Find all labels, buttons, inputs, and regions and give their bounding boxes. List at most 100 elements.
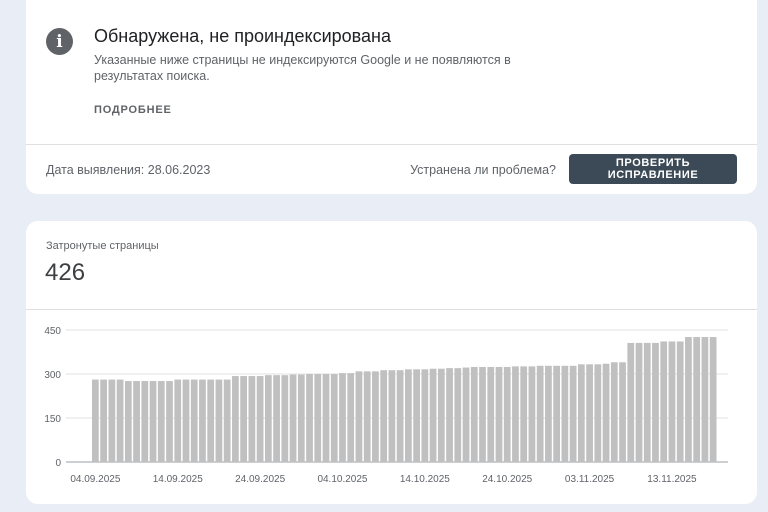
bar[interactable] — [709, 337, 717, 462]
bar[interactable] — [396, 370, 404, 462]
affected-pages-count: 426 — [45, 259, 86, 286]
bar[interactable] — [660, 341, 668, 462]
bar[interactable] — [281, 375, 289, 462]
y-tick-label: 300 — [44, 370, 61, 381]
bar[interactable] — [289, 374, 297, 462]
bar[interactable] — [586, 364, 593, 462]
bar[interactable] — [314, 374, 322, 462]
bar[interactable] — [437, 368, 445, 462]
bar[interactable] — [363, 371, 371, 462]
bar[interactable] — [116, 379, 124, 462]
bar[interactable] — [166, 381, 173, 462]
bar[interactable] — [503, 366, 511, 462]
bar[interactable] — [248, 376, 256, 462]
bar[interactable] — [157, 381, 165, 462]
bar[interactable] — [330, 374, 338, 462]
bar[interactable] — [380, 370, 388, 462]
bar[interactable] — [174, 379, 182, 462]
bar[interactable] — [619, 362, 626, 462]
learn-more-link[interactable]: ПОДРОБНЕЕ — [94, 104, 172, 116]
bar[interactable] — [141, 381, 149, 462]
bar[interactable] — [199, 379, 206, 462]
y-tick-label: 0 — [55, 458, 61, 469]
bar[interactable] — [553, 365, 561, 462]
bar[interactable] — [347, 373, 355, 462]
bar[interactable] — [685, 337, 692, 462]
y-tick-label: 450 — [44, 326, 61, 337]
x-tick-label: 04.09.2025 — [70, 474, 120, 485]
bar[interactable] — [602, 363, 610, 462]
chart-divider — [26, 309, 757, 310]
bar[interactable] — [668, 341, 676, 462]
bar[interactable] — [429, 368, 437, 462]
bar[interactable] — [561, 365, 569, 462]
bar[interactable] — [479, 366, 486, 462]
bar[interactable] — [701, 337, 709, 462]
bar[interactable] — [322, 374, 330, 462]
bar[interactable] — [388, 370, 396, 462]
validate-fix-button[interactable]: ПРОВЕРИТЬ ИСПРАВЛЕНИЕ — [569, 154, 737, 184]
affected-pages-chart: 450 300 150 0 04.09.2025 14.09.2025 24.09.2025… — [44, 326, 728, 485]
bar[interactable] — [223, 379, 231, 462]
x-tick-label: 03.11.2025 — [565, 474, 615, 485]
x-tick-label: 24.10.2025 — [482, 474, 532, 485]
bar[interactable] — [512, 366, 519, 462]
bar[interactable] — [149, 381, 157, 462]
bar[interactable] — [256, 376, 264, 462]
bar[interactable] — [569, 365, 577, 462]
bar[interactable] — [100, 379, 107, 462]
bar[interactable] — [487, 366, 495, 462]
fixed-question-label: Устранена ли проблема? — [410, 163, 556, 177]
issue-card: i Обнаружена, не проиндексирована Указан… — [26, 0, 757, 194]
bar[interactable] — [273, 375, 280, 462]
bar[interactable] — [372, 371, 379, 462]
info-icon: i — [46, 28, 73, 55]
y-tick-label: 150 — [44, 414, 61, 425]
issue-description: Указанные ниже страницы не индексируются… — [94, 53, 511, 83]
bar[interactable] — [413, 369, 420, 462]
x-tick-label: 13.11.2025 — [647, 474, 697, 485]
bar[interactable] — [652, 342, 659, 462]
bar[interactable] — [693, 337, 701, 462]
bar[interactable] — [627, 342, 635, 462]
bar[interactable] — [594, 364, 602, 462]
card-divider — [26, 144, 757, 145]
bar[interactable] — [339, 373, 346, 462]
bar[interactable] — [462, 367, 470, 462]
bar[interactable] — [405, 369, 412, 462]
bar[interactable] — [676, 341, 684, 462]
x-tick-label: 14.10.2025 — [400, 474, 450, 485]
bar[interactable] — [92, 379, 99, 462]
bar[interactable] — [643, 342, 651, 462]
bar[interactable] — [297, 374, 305, 462]
bar[interactable] — [421, 369, 429, 462]
bar[interactable] — [264, 375, 272, 462]
bar[interactable] — [545, 365, 552, 462]
bar[interactable] — [454, 368, 462, 462]
bar[interactable] — [306, 374, 313, 462]
bar[interactable] — [207, 379, 215, 462]
affected-pages-card: Затронутые страницы 426 450 300 150 0 04.09.… — [26, 221, 757, 504]
bar[interactable] — [133, 381, 140, 462]
bar[interactable] — [610, 362, 618, 462]
bar[interactable] — [108, 379, 116, 462]
bar[interactable] — [182, 379, 190, 462]
bar[interactable] — [215, 379, 223, 462]
bar[interactable] — [240, 376, 248, 462]
bar[interactable] — [446, 368, 453, 462]
bar[interactable] — [528, 366, 536, 462]
bar[interactable] — [577, 364, 585, 462]
x-tick-label: 24.09.2025 — [235, 474, 285, 485]
bar[interactable] — [190, 379, 198, 462]
bar[interactable] — [232, 376, 239, 462]
bar[interactable] — [520, 366, 528, 462]
bar[interactable] — [355, 371, 363, 462]
bar[interactable] — [495, 366, 503, 462]
x-tick-label: 04.10.2025 — [317, 474, 367, 485]
bar[interactable] — [470, 366, 478, 462]
bar[interactable] — [124, 381, 132, 462]
bar[interactable] — [536, 365, 544, 462]
bar[interactable] — [635, 342, 643, 462]
x-tick-label: 14.09.2025 — [153, 474, 203, 485]
affected-pages-label: Затронутые страницы — [46, 240, 159, 252]
